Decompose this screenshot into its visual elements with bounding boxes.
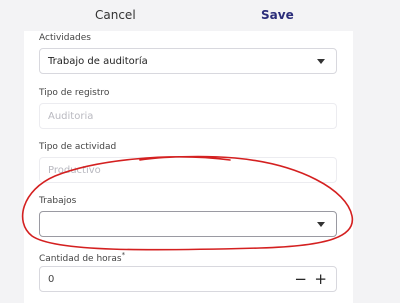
trabajos-select[interactable] [39, 211, 337, 237]
tipo-registro-label: Tipo de registro [39, 88, 110, 98]
tipo-registro-field: Auditoria [39, 103, 337, 129]
cancel-button[interactable]: Cancel [95, 8, 136, 22]
trabajos-label: Trabajos [39, 196, 77, 206]
required-mark: * [121, 251, 126, 259]
cantidad-horas-label: Cantidad de horas* [39, 251, 125, 264]
cantidad-horas-value[interactable]: 0 [48, 274, 54, 285]
cantidad-horas-stepper[interactable]: 0 − + [39, 266, 337, 292]
chevron-down-icon [317, 59, 325, 64]
save-button[interactable]: Save [261, 8, 294, 22]
actividades-label: Actividades [39, 33, 91, 43]
cantidad-horas-label-text: Cantidad de horas [39, 254, 122, 264]
actividades-value: Trabajo de auditoría [48, 56, 148, 67]
tipo-actividad-label: Tipo de actividad [39, 142, 117, 152]
plus-icon[interactable]: + [314, 270, 327, 288]
tipo-actividad-placeholder: Productivo [48, 165, 101, 176]
actividades-select[interactable]: Trabajo de auditoría [39, 48, 337, 74]
top-bar: Cancel Save [0, 0, 400, 32]
chevron-down-icon [317, 222, 325, 227]
tipo-registro-placeholder: Auditoria [48, 111, 94, 122]
tipo-actividad-field: Productivo [39, 157, 337, 183]
minus-icon[interactable]: − [294, 270, 307, 288]
